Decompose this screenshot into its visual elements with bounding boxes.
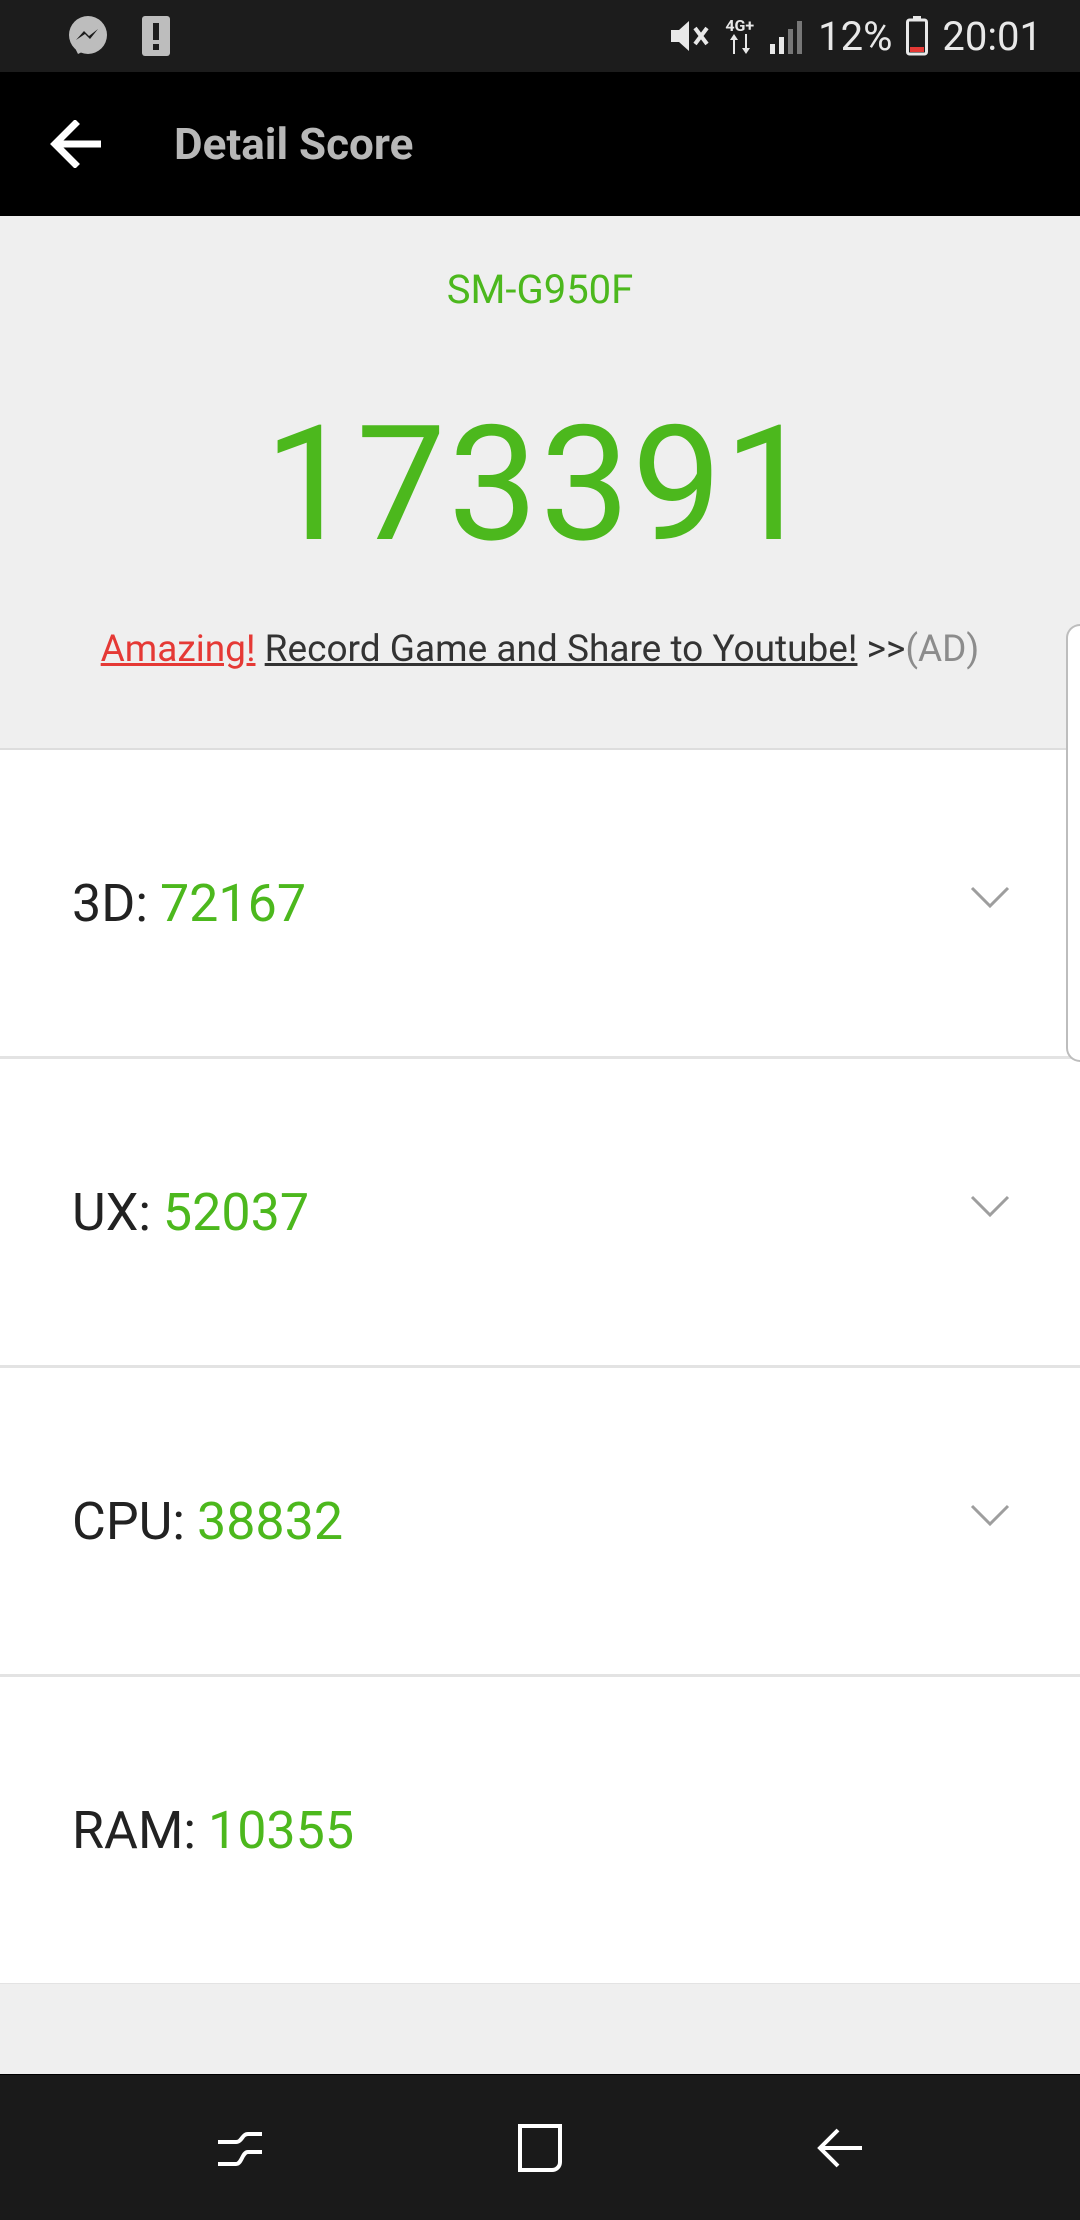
- content-footer: [0, 1984, 1080, 2074]
- chevron-down-icon[interactable]: [970, 885, 1010, 909]
- home-button[interactable]: [480, 2088, 600, 2208]
- score-row-ux[interactable]: UX: 52037: [0, 1059, 1080, 1368]
- messenger-icon: [66, 14, 110, 58]
- score-label: RAM:: [72, 1799, 196, 1861]
- recent-apps-button[interactable]: [180, 2088, 300, 2208]
- score-label: 3D:: [72, 872, 148, 934]
- arrow-left-icon: [50, 120, 101, 168]
- ad-arrows: >>: [866, 628, 906, 671]
- navigation-bar: [0, 2075, 1080, 2220]
- battery-low-icon: [906, 16, 929, 56]
- device-model: SM-G950F: [446, 266, 634, 313]
- status-bar: 4G+ 12% 20:01: [0, 0, 1080, 72]
- score-value: 10355: [207, 1799, 355, 1861]
- score-value: 52037: [162, 1181, 310, 1243]
- toolbar: Detail Score: [0, 72, 1080, 216]
- score-value: 72167: [159, 872, 307, 934]
- score-row-ram: RAM: 10355: [0, 1677, 1080, 1986]
- chevron-down-icon[interactable]: [970, 1503, 1010, 1527]
- recent-apps-icon: [218, 2131, 262, 2166]
- battery-percent: 12%: [818, 12, 893, 60]
- ad-tag: (AD): [905, 628, 980, 671]
- page-title: Detail Score: [174, 118, 414, 170]
- score-header: SM-G950F 173391 Amazing! Record Game and…: [0, 216, 1080, 750]
- edge-panel-handle[interactable]: [1066, 624, 1080, 1062]
- network-4g-icon: 4G+: [725, 18, 754, 54]
- score-row-cpu[interactable]: CPU: 38832: [0, 1368, 1080, 1677]
- mute-icon: [667, 16, 711, 56]
- home-icon: [518, 2123, 562, 2172]
- ad-banner[interactable]: Amazing! Record Game and Share to Youtub…: [0, 628, 1080, 671]
- chevron-down-icon[interactable]: [970, 1194, 1010, 1218]
- signal-icon: [768, 18, 804, 54]
- score-label: UX:: [72, 1181, 151, 1243]
- back-icon: [817, 2128, 862, 2167]
- score-row-3d[interactable]: 3D: 72167: [0, 750, 1080, 1059]
- back-button[interactable]: [0, 72, 150, 216]
- ad-amazing-text[interactable]: Amazing!: [101, 628, 256, 671]
- alert-icon: [142, 16, 170, 56]
- clock: 20:01: [942, 12, 1042, 60]
- score-label: CPU:: [72, 1490, 185, 1552]
- ad-link[interactable]: Record Game and Share to Youtube!: [265, 628, 858, 671]
- score-value: 38832: [196, 1490, 344, 1552]
- network-type: 4G+: [725, 16, 755, 35]
- back-nav-button[interactable]: [780, 2088, 900, 2208]
- total-score: 173391: [264, 392, 816, 579]
